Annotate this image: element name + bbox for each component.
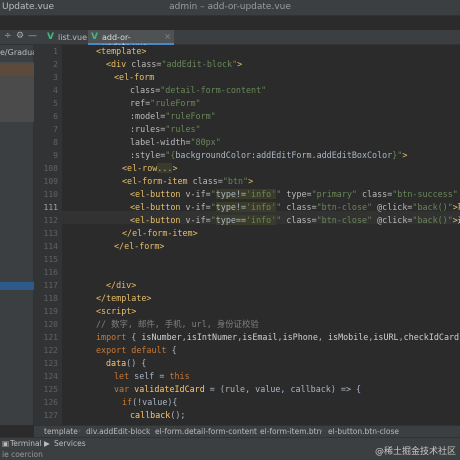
breadcrumb-item[interactable]: el-form-item.btn — [260, 427, 321, 436]
line-number: 124 — [43, 372, 58, 381]
code-line: let self = this — [114, 371, 190, 381]
project-path[interactable]: e/Gradua — [0, 48, 34, 57]
code-line: :style="{backgroundColor:addEditForm.add… — [130, 150, 408, 160]
line-number: 8 — [53, 138, 58, 147]
vue-icon: V — [47, 32, 54, 42]
code-line: <el-button v-if="type!='info'" type="pri… — [130, 189, 458, 199]
code-line: <el-form-item class="btn"> — [122, 176, 254, 186]
breadcrumb-separator-icon: › — [78, 426, 81, 435]
breadcrumb-item[interactable]: el-form.detail-form-content — [155, 427, 257, 436]
breadcrumb: template div.addEdit-block el-form.detai… — [34, 425, 460, 437]
line-number-gutter: 1 2 3 4 5 6 7 8 9 108 109 110 111 112 113 114 115 116 117 1… — [34, 45, 62, 446]
code-line: ref="ruleForm" — [130, 98, 201, 108]
code-line: callback(); — [130, 410, 186, 420]
breadcrumb-item[interactable]: el-button.btn-close — [328, 427, 399, 436]
breadcrumb-item[interactable]: div.addEdit-block — [86, 427, 150, 436]
close-tab-icon[interactable]: × — [164, 32, 171, 41]
watermark: @稀土掘金技术社区 — [374, 447, 456, 457]
divider-icon[interactable]: ÷ — [4, 31, 12, 41]
line-number: 126 — [43, 398, 58, 407]
line-number: 7 — [53, 125, 58, 134]
breadcrumb-separator-icon: › — [320, 426, 323, 435]
terminal-icon: ▣ — [2, 439, 10, 448]
line-number: 115 — [43, 255, 58, 264]
line-number: 5 — [53, 99, 58, 108]
line-number: 3 — [53, 73, 58, 82]
gear-icon[interactable]: ⚙ — [16, 31, 24, 41]
code-line: :model="ruleForm" — [130, 111, 216, 121]
breadcrumb-item[interactable]: template — [44, 427, 78, 436]
line-number: 119 — [43, 307, 58, 316]
tab-add-or-update-vue[interactable]: V add-or-update.vue × — [88, 30, 174, 51]
tab-label: list.vue — [58, 33, 88, 42]
line-number: 108 — [43, 164, 58, 173]
editor-tab-bar: ÷ ⚙ — V list.vue V add-or-update.vue × — [0, 30, 460, 51]
line-number: 120 — [43, 320, 58, 329]
line-number: 122 — [43, 346, 58, 355]
code-line: <template> — [96, 46, 147, 56]
code-line: var validateIdCard = (rule, value, callb… — [114, 384, 362, 394]
project-tree-selection[interactable] — [0, 62, 34, 122]
code-line: :rules="rules" — [130, 124, 201, 134]
line-number: 127 — [43, 411, 58, 420]
project-panel: e/Gradua — [0, 45, 34, 425]
code-line: <div class="addEdit-block"> — [106, 59, 243, 69]
line-number: 1 — [53, 47, 58, 56]
line-number: 2 — [53, 60, 58, 69]
minus-icon[interactable]: — — [28, 31, 37, 41]
line-number: 112 — [43, 216, 58, 225]
code-line: </div> — [106, 280, 137, 290]
code-line: </template> — [96, 293, 152, 303]
line-number: 9 — [53, 151, 58, 160]
code-line: import { isNumber,isIntNumer,isEmail,isP… — [96, 332, 460, 342]
line-number: 123 — [43, 359, 58, 368]
breadcrumb-separator-icon: › — [147, 426, 150, 435]
line-number: 116 — [43, 268, 58, 277]
line-number: 110 — [43, 190, 58, 199]
line-number: 117 — [43, 281, 58, 290]
line-number: 125 — [43, 385, 58, 394]
line-number: 4 — [53, 86, 58, 95]
code-line: <el-button v-if="type=='info'" class="bt… — [130, 215, 460, 225]
terminal-tab[interactable]: Terminal — [10, 439, 42, 448]
status-text: ie coercion — [2, 450, 43, 459]
code-line: data() { — [106, 358, 147, 368]
code-line: if(!value){ — [122, 397, 178, 407]
line-number: 6 — [53, 112, 58, 121]
breadcrumb-separator-icon: › — [252, 426, 255, 435]
code-line: label-width="80px" — [130, 137, 221, 147]
code-line: <script> — [96, 306, 137, 316]
line-number: 109 — [43, 177, 58, 186]
tab-list-vue[interactable]: V list.vue — [44, 30, 88, 45]
code-line: <el-row...> — [122, 163, 178, 173]
line-number: 114 — [43, 242, 58, 251]
line-number: 111 — [43, 203, 58, 212]
title-bar: Update.vue admin – add-or-update.vue — [0, 0, 460, 16]
code-line: // 数字, 邮件, 手机, url, 身份证校验 — [96, 319, 259, 329]
code-line: class="detail-form-content" — [130, 85, 267, 95]
line-number: 121 — [43, 333, 58, 342]
line-number: 118 — [43, 294, 58, 303]
vue-icon: V — [91, 32, 98, 42]
services-icon: ▶ — [44, 439, 50, 448]
code-line: <el-button v-if="type!='info'" class="bt… — [130, 202, 460, 212]
code-line: </el-form> — [114, 241, 165, 251]
project-tree-active-row[interactable] — [0, 64, 34, 76]
window-title: admin – add-or-update.vue — [169, 2, 291, 12]
project-tree-selected-file[interactable] — [0, 282, 34, 290]
line-number: 113 — [43, 229, 58, 238]
services-tab[interactable]: Services — [54, 439, 86, 448]
code-line: export default { — [96, 345, 177, 355]
code-line: <el-form — [114, 72, 155, 82]
code-line: </el-form-item> — [122, 228, 198, 238]
code-editor[interactable]: <template> <div class="addEdit-block"> <… — [62, 45, 460, 425]
